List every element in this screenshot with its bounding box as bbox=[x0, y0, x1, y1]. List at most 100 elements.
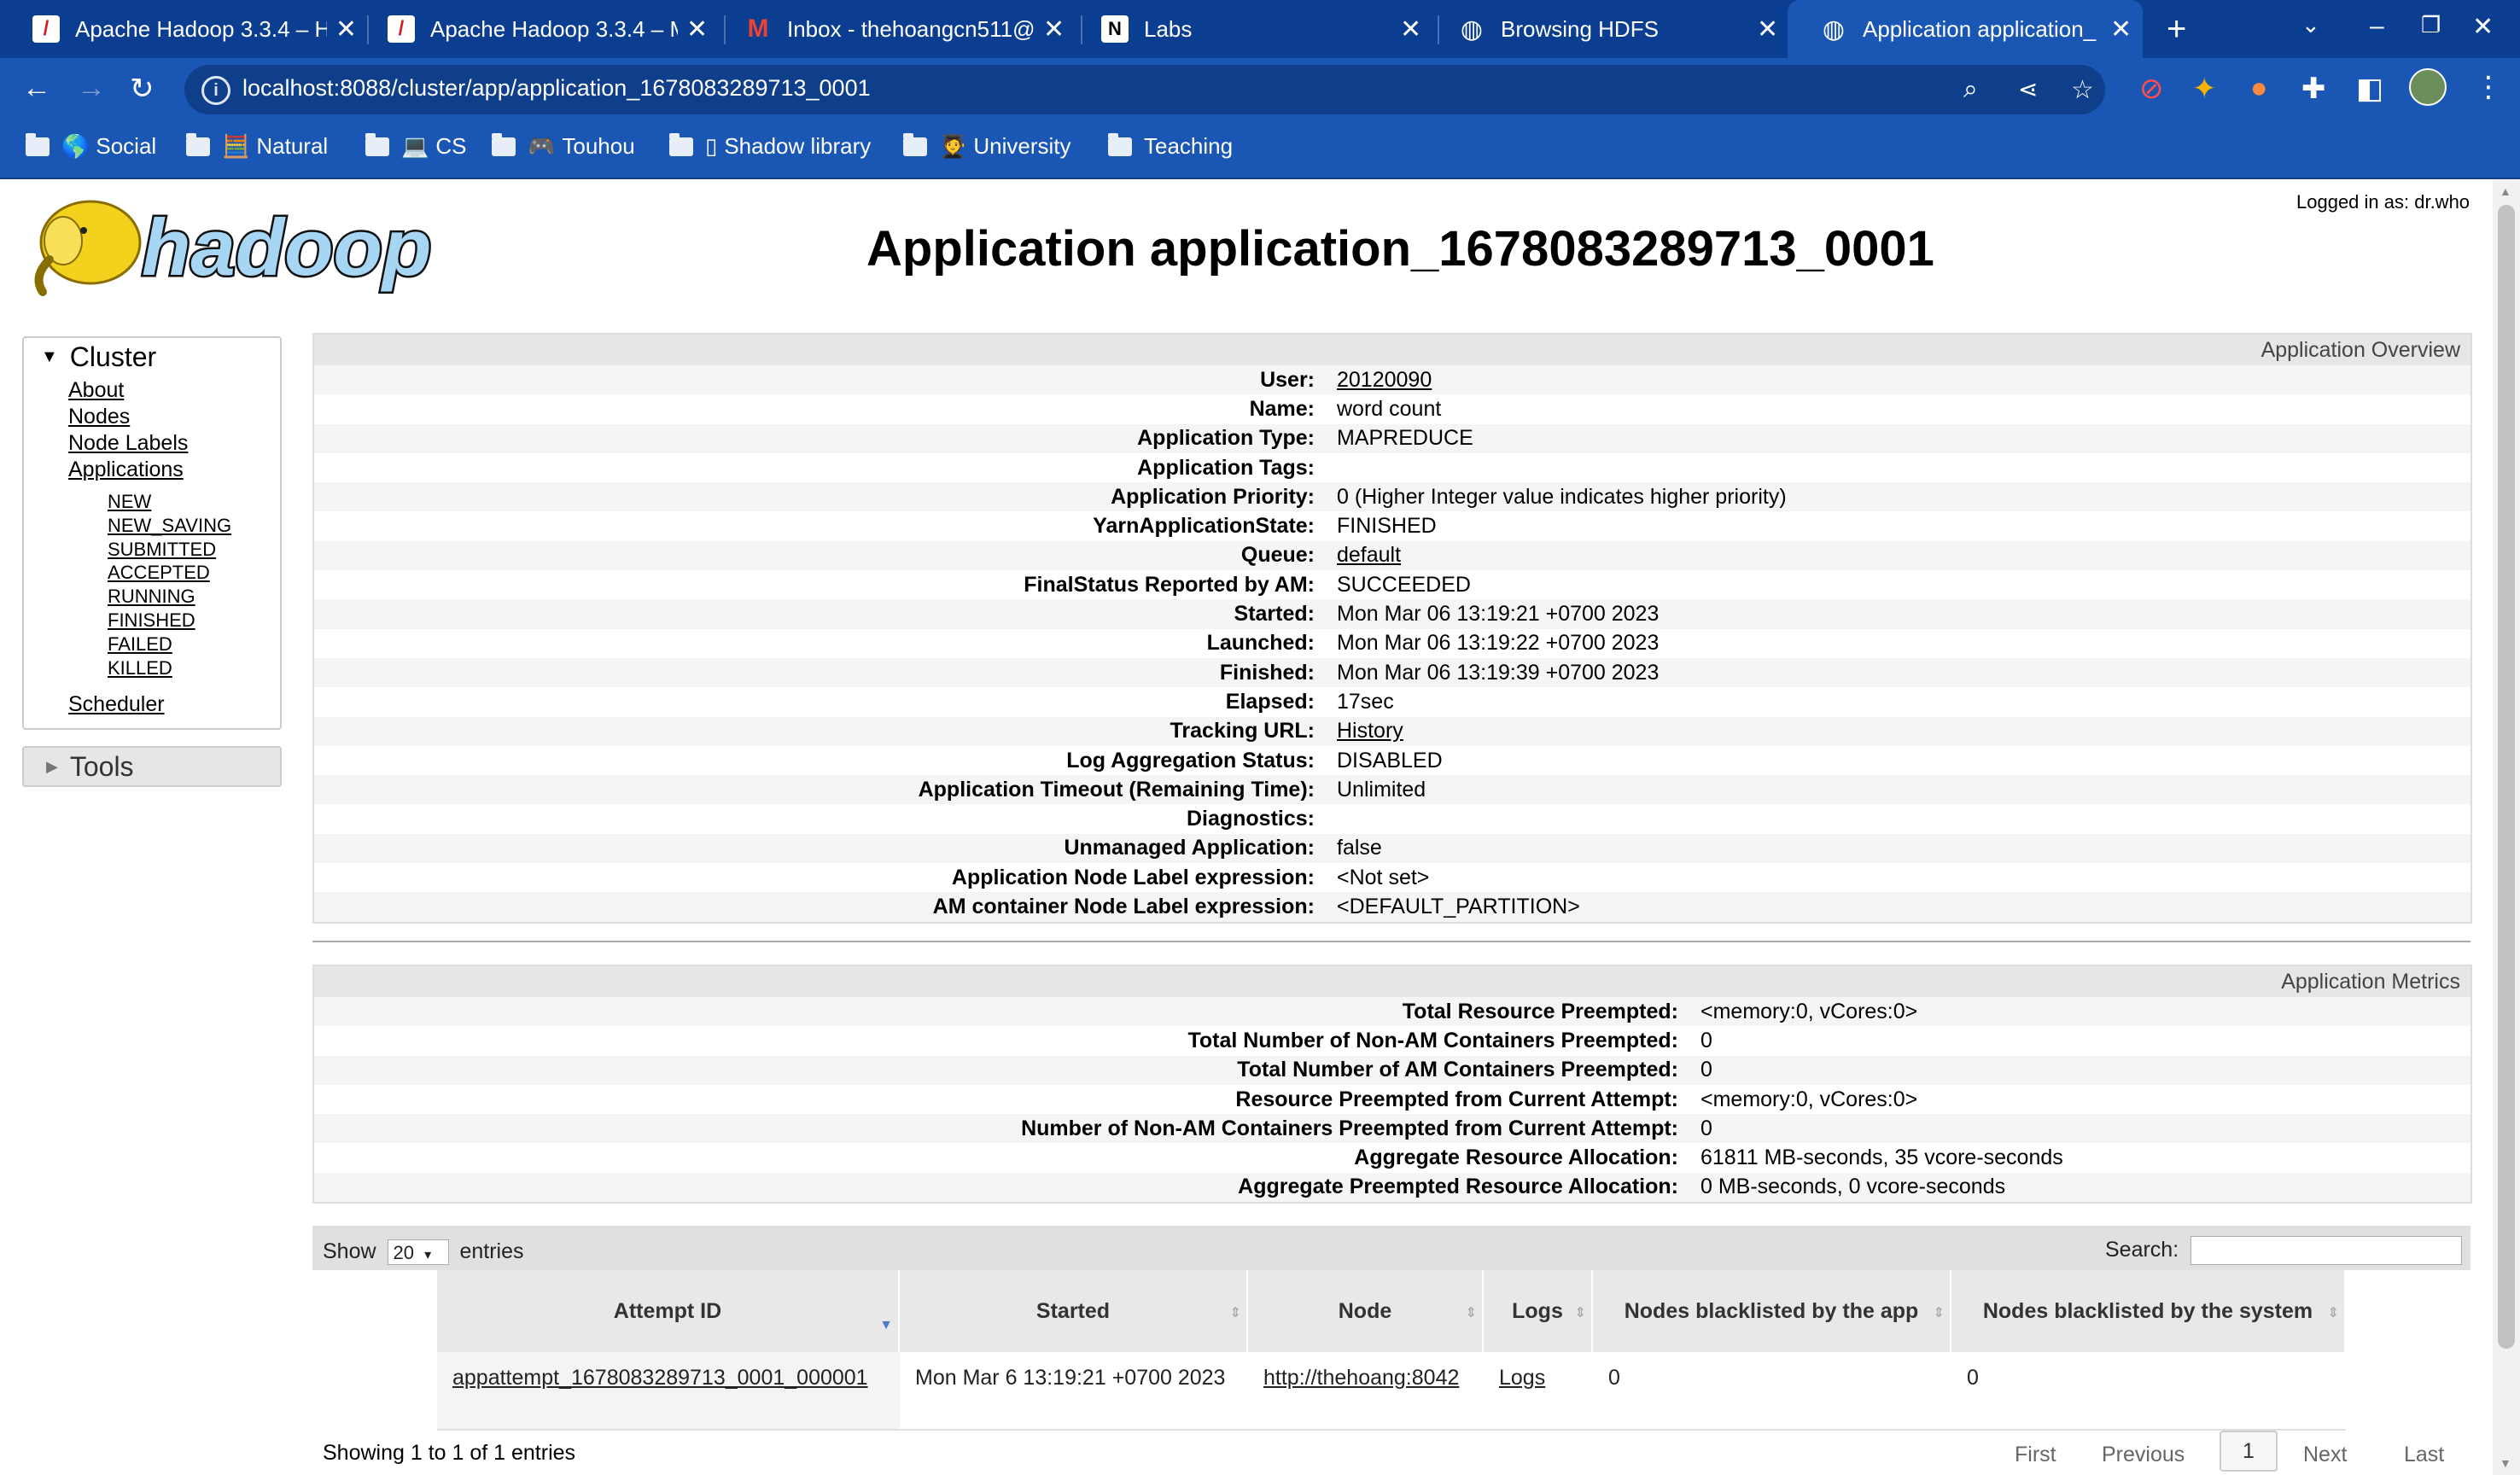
extension-capsule-icon[interactable]: ● bbox=[2250, 72, 2268, 105]
pager-current-page[interactable]: 1 bbox=[2220, 1431, 2278, 1472]
column-header-node[interactable]: Node ⇕ bbox=[1248, 1270, 1484, 1352]
menu-kebab-icon[interactable]: ⋮ bbox=[2474, 70, 2503, 104]
bookmark-star-icon[interactable]: ☆ bbox=[2071, 75, 2094, 105]
browser-tab[interactable]: / Apache Hadoop 3.3.4 – M ✕ bbox=[355, 0, 714, 58]
site-info-icon[interactable]: i bbox=[201, 76, 230, 105]
overview-value: Mon Mar 06 13:19:21 +0700 2023 bbox=[1337, 602, 1660, 627]
pager-next[interactable]: Next bbox=[2303, 1443, 2347, 1467]
bookmark-folder-social[interactable]: 🌎 Social bbox=[26, 132, 156, 160]
column-header-nodes-blacklisted-system[interactable]: Nodes blacklisted by the system ⇕ bbox=[1951, 1270, 2346, 1352]
bookmark-folder-university[interactable]: 🧑‍🎓 University bbox=[903, 132, 1071, 160]
bookmark-folder-touhou[interactable]: 🎮 Touhou bbox=[492, 132, 635, 160]
logs-link[interactable]: Logs bbox=[1499, 1366, 1545, 1390]
back-icon[interactable]: ← bbox=[22, 72, 51, 105]
sidebar-link-about[interactable]: About bbox=[68, 377, 280, 404]
close-tab-icon[interactable]: ✕ bbox=[1757, 15, 1778, 44]
app-state-accepted[interactable]: ACCEPTED bbox=[108, 561, 280, 585]
app-state-finished[interactable]: FINISHED bbox=[108, 609, 280, 633]
hadoop-logo[interactable]: hadoop bbox=[24, 191, 485, 302]
search-label: Search: bbox=[2105, 1238, 2179, 1262]
scroll-down-icon[interactable]: ▼ bbox=[2500, 1456, 2511, 1470]
browser-tab[interactable]: / Apache Hadoop 3.3.4 – H ✕ bbox=[0, 0, 357, 58]
sidebar-cluster-header[interactable]: ▼ Cluster bbox=[24, 338, 280, 376]
address-bar[interactable]: i localhost:8088/cluster/app/application… bbox=[184, 65, 2105, 114]
minimize-icon[interactable]: – bbox=[2370, 12, 2384, 41]
scrollbar-thumb[interactable] bbox=[2498, 205, 2515, 1349]
column-header-attempt-id[interactable]: Attempt ID ▼ bbox=[437, 1270, 900, 1352]
reload-icon[interactable]: ↻ bbox=[130, 72, 155, 106]
pager-last[interactable]: Last bbox=[2404, 1443, 2444, 1467]
bookmark-folder-shadow-library[interactable]: ▯ Shadow library bbox=[669, 132, 871, 160]
overview-value: Mon Mar 06 13:19:22 +0700 2023 bbox=[1337, 631, 1660, 656]
node-link[interactable]: http://thehoang:8042 bbox=[1263, 1366, 1459, 1390]
section-heading: Application Metrics bbox=[314, 966, 2470, 997]
close-tab-icon[interactable]: ✕ bbox=[1043, 15, 1065, 44]
metrics-row: Aggregate Preempted Resource Allocation:… bbox=[314, 1172, 2470, 1203]
close-tab-icon[interactable]: ✕ bbox=[2110, 15, 2132, 44]
column-header-started[interactable]: Started ⇕ bbox=[900, 1270, 1248, 1352]
overview-row: Launched: Mon Mar 06 13:19:22 +0700 2023 bbox=[314, 629, 2470, 658]
overview-row: User: 20120090 bbox=[314, 365, 2470, 395]
overview-value-link[interactable]: default bbox=[1337, 543, 1401, 567]
extension-bird-icon[interactable]: ✦ bbox=[2192, 72, 2217, 106]
metrics-value: 0 bbox=[1700, 1028, 1712, 1052]
zoom-icon[interactable]: ⌕ bbox=[1963, 75, 1978, 104]
close-tab-icon[interactable]: ✕ bbox=[335, 15, 357, 44]
share-icon[interactable]: ⋖ bbox=[2018, 75, 2038, 103]
overview-label: User: bbox=[1260, 367, 1315, 392]
entries-select[interactable]: 20 ▾ bbox=[387, 1239, 449, 1266]
pager-first[interactable]: First bbox=[2015, 1443, 2056, 1467]
new-tab-icon[interactable]: + bbox=[2167, 10, 2186, 49]
overview-value: DISABLED bbox=[1337, 748, 1443, 772]
url-text[interactable]: localhost:8088/cluster/app/application_1… bbox=[242, 75, 871, 102]
extension-block-icon[interactable]: ⊘ bbox=[2139, 72, 2164, 106]
scroll-up-icon[interactable]: ▲ bbox=[2500, 184, 2511, 198]
app-state-running[interactable]: RUNNING bbox=[108, 585, 280, 609]
attempt-id-link[interactable]: appattempt_1678083289713_0001_000001 bbox=[452, 1366, 868, 1390]
overview-value-link[interactable]: 20120090 bbox=[1337, 368, 1432, 392]
application-overview: Application Overview User: 20120090 Name: w… bbox=[312, 333, 2472, 924]
overview-row: Application Priority: 0 (Higher Integer v… bbox=[314, 482, 2470, 512]
column-header-logs[interactable]: Logs ⇕ bbox=[1484, 1270, 1593, 1352]
caret-down-icon: ▼ bbox=[41, 347, 58, 366]
forward-icon[interactable]: → bbox=[77, 72, 106, 105]
bookmark-folder-natural[interactable]: 🧮 Natural bbox=[186, 132, 328, 160]
blacklisted-app-cell: 0 bbox=[1608, 1366, 1620, 1390]
search-input[interactable] bbox=[2190, 1236, 2462, 1265]
bookmark-folder-teaching[interactable]: Teaching bbox=[1108, 132, 1233, 160]
sidebar-tools-header[interactable]: ▶ Tools bbox=[22, 746, 282, 787]
app-state-failed[interactable]: FAILED bbox=[108, 633, 280, 656]
globe-icon: ◍ bbox=[1460, 15, 1484, 44]
overview-value: SUCCEEDED bbox=[1337, 572, 1471, 597]
overview-label: Application Type: bbox=[1137, 426, 1315, 451]
profile-avatar[interactable] bbox=[2409, 68, 2447, 106]
browser-tab[interactable]: ◍ Browsing HDFS ✕ bbox=[1426, 0, 1784, 58]
browser-tab[interactable]: M Inbox - thehoangcn511@ ✕ bbox=[712, 0, 1070, 58]
overview-value-link[interactable]: History bbox=[1337, 719, 1403, 743]
close-tab-icon[interactable]: ✕ bbox=[686, 15, 708, 44]
app-state-new[interactable]: NEW bbox=[108, 490, 280, 514]
extensions-puzzle-icon[interactable]: ✚ bbox=[2301, 72, 2326, 106]
column-header-nodes-blacklisted-app[interactable]: Nodes blacklisted by the app ⇕ bbox=[1593, 1270, 1951, 1352]
side-panel-icon[interactable]: ◧ bbox=[2356, 72, 2383, 106]
sidebar-link-node-labels[interactable]: Node Labels bbox=[68, 430, 280, 457]
sidebar-link-nodes[interactable]: Nodes bbox=[68, 404, 280, 430]
bookmark-folder-cs[interactable]: 💻 CS bbox=[365, 132, 467, 160]
table-header-row: Attempt ID ▼ Started ⇕ Node ⇕ Logs ⇕ Nod… bbox=[437, 1270, 2346, 1352]
browser-tab[interactable]: N Labs ✕ bbox=[1069, 0, 1427, 58]
overview-row: Tracking URL: History bbox=[314, 716, 2470, 746]
pager-previous[interactable]: Previous bbox=[2102, 1443, 2185, 1467]
sidebar-link-scheduler[interactable]: Scheduler bbox=[68, 691, 280, 718]
browser-tab-active[interactable]: ◍ Application application_ ✕ bbox=[1788, 0, 2143, 58]
close-window-icon[interactable]: ✕ bbox=[2472, 12, 2494, 42]
close-tab-icon[interactable]: ✕ bbox=[1400, 15, 1421, 44]
app-state-new-saving[interactable]: NEW_SAVING bbox=[108, 514, 280, 538]
restore-icon[interactable]: ❐ bbox=[2421, 12, 2441, 38]
page-scrollbar[interactable]: ▲ ▼ bbox=[2493, 179, 2520, 1475]
sidebar-link-applications[interactable]: Applications bbox=[68, 457, 280, 483]
app-state-submitted[interactable]: SUBMITTED bbox=[108, 538, 280, 562]
attempts-table: Attempt ID ▼ Started ⇕ Node ⇕ Logs ⇕ Nod… bbox=[437, 1270, 2346, 1431]
sort-both-icon: ⇕ bbox=[1574, 1306, 1586, 1321]
tab-search-icon[interactable]: ⌄ bbox=[2301, 12, 2320, 38]
app-state-killed[interactable]: KILLED bbox=[108, 656, 280, 680]
